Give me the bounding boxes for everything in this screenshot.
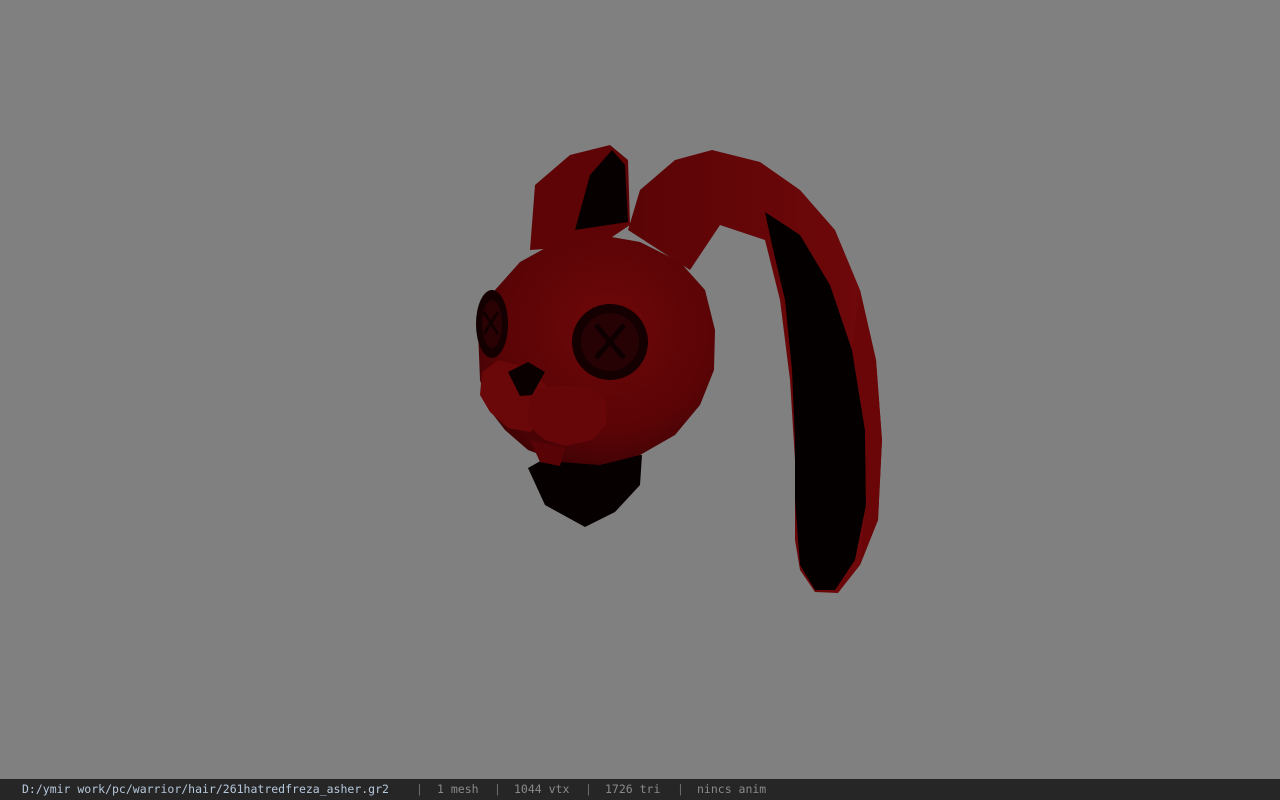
separator: | — [494, 782, 501, 796]
separator: | — [416, 782, 423, 796]
mesh-count: 1 mesh — [437, 782, 479, 796]
status-bar: D:/ymir work/pc/warrior/hair/261hatredfr… — [0, 779, 1280, 800]
left-eye-button — [476, 290, 508, 358]
left-ear — [530, 145, 630, 250]
bunny-hat-model[interactable] — [0, 0, 1280, 779]
separator: | — [677, 782, 684, 796]
file-path: D:/ymir work/pc/warrior/hair/261hatredfr… — [22, 782, 389, 796]
vertex-count: 1044 vtx — [514, 782, 570, 796]
triangle-count: 1726 tri — [605, 782, 661, 796]
3d-viewport[interactable] — [0, 0, 1280, 779]
right-eye-button — [572, 304, 648, 380]
separator: | — [585, 782, 592, 796]
anim-info: nincs anim — [697, 782, 767, 796]
